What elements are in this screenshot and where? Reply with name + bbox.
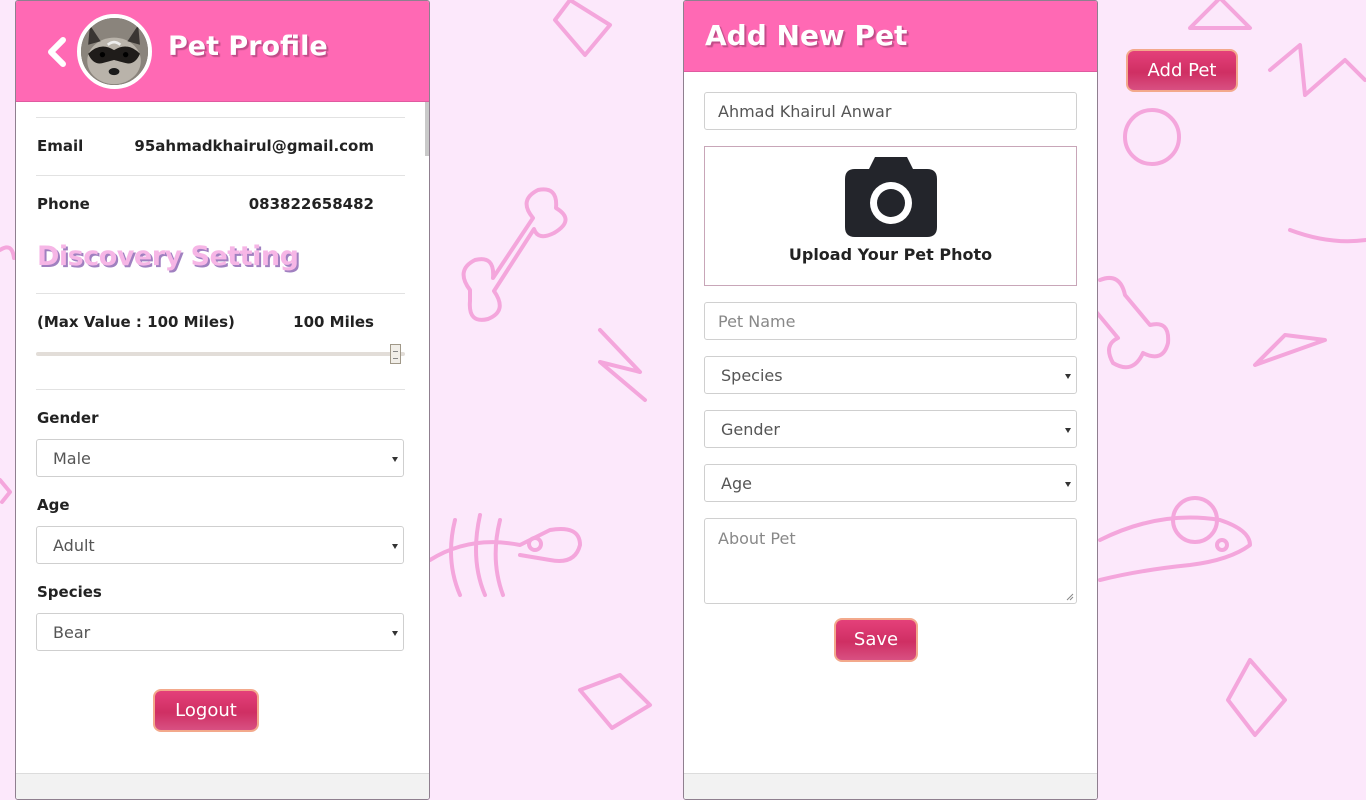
about-pet-placeholder: About Pet [718, 529, 796, 548]
pet-profile-panel: Pet Profile Email 95ahmadkhairul@gmail.c… [15, 0, 430, 800]
doodle-bone-center [461, 187, 568, 322]
species-dropdown[interactable]: Species [704, 356, 1077, 394]
add-pet-button[interactable]: Add Pet [1126, 49, 1238, 92]
gender-label: Gender [37, 409, 99, 427]
gender-dropdown[interactable]: Gender [704, 410, 1077, 448]
email-value: 95ahmadkhairul@gmail.com [134, 137, 374, 155]
doodle-wave [1288, 228, 1366, 244]
doodle-diamond-bottom [578, 673, 652, 730]
doodle-bone-left [0, 245, 16, 260]
age-dropdown-value: Age [721, 474, 752, 493]
caret-down-icon [392, 457, 398, 462]
panel-footer [684, 773, 1097, 799]
raccoon-image [81, 18, 148, 85]
doodle-zigzag-left [0, 478, 12, 504]
divider [36, 175, 405, 176]
distance-value: 100 Miles [293, 313, 374, 331]
age-label: Age [37, 496, 70, 514]
doodle-fish-eye [527, 536, 543, 552]
chevron-left-icon[interactable] [44, 37, 70, 67]
distance-slider-handle[interactable] [390, 344, 401, 364]
species-label: Species [37, 583, 102, 601]
age-select[interactable]: Adult [36, 526, 404, 564]
caret-down-icon [1065, 428, 1071, 433]
upload-label: Upload Your Pet Photo [788, 245, 993, 264]
discovery-setting-title: Discovery Setting [37, 241, 299, 272]
scrollbar-thumb[interactable] [425, 102, 429, 156]
age-select-value: Adult [53, 536, 95, 555]
logout-button[interactable]: Logout [153, 689, 259, 732]
pet-name-input[interactable]: Pet Name [704, 302, 1077, 340]
doodle-lightning [598, 328, 647, 402]
divider [36, 117, 405, 118]
add-pet-header: Add New Pet [684, 1, 1097, 72]
add-pet-panel: Add New Pet Ahmad Khairul Anwar Upload Y… [683, 0, 1098, 800]
caret-down-icon [1065, 482, 1071, 487]
raccoon-avatar[interactable] [77, 14, 152, 89]
owner-name-input[interactable]: Ahmad Khairul Anwar [704, 92, 1077, 130]
doodle-triangle-top [1188, 0, 1252, 30]
doodle-fishbone [428, 513, 582, 597]
distance-label: (Max Value : 100 Miles) [37, 313, 235, 331]
distance-slider[interactable] [36, 352, 405, 356]
profile-header: Pet Profile [16, 1, 429, 102]
add-pet-title: Add New Pet [705, 19, 908, 52]
caret-down-icon [392, 544, 398, 549]
upload-photo-button[interactable]: Upload Your Pet Photo [704, 146, 1077, 286]
doodle-diamond-top [553, 0, 612, 57]
camera-icon [845, 157, 937, 237]
phone-value: 083822658482 [248, 195, 374, 213]
gender-dropdown-value: Gender [721, 420, 780, 439]
doodle-diamond-right [1226, 658, 1287, 737]
divider [36, 293, 405, 294]
gender-select-value: Male [53, 449, 91, 468]
doodle-arrow [1253, 333, 1327, 367]
species-dropdown-value: Species [721, 366, 783, 385]
age-dropdown[interactable]: Age [704, 464, 1077, 502]
phone-label: Phone [37, 195, 90, 213]
caret-down-icon [1065, 374, 1071, 379]
gender-select[interactable]: Male [36, 439, 404, 477]
save-button[interactable]: Save [834, 618, 918, 662]
resize-handle-icon[interactable] [1066, 593, 1074, 601]
email-label: Email [37, 137, 84, 155]
about-pet-textarea[interactable]: About Pet [704, 518, 1077, 604]
doodle-bone-right [1091, 275, 1171, 370]
divider [36, 389, 405, 390]
panel-footer [16, 773, 429, 799]
doodle-circle [1123, 108, 1181, 166]
page-title: Pet Profile [168, 31, 328, 62]
caret-down-icon [392, 631, 398, 636]
species-select-value: Bear [53, 623, 91, 642]
species-select[interactable]: Bear [36, 613, 404, 651]
doodle-zigzag-right [1268, 43, 1366, 97]
doodle-mouse-eye [1215, 538, 1229, 552]
